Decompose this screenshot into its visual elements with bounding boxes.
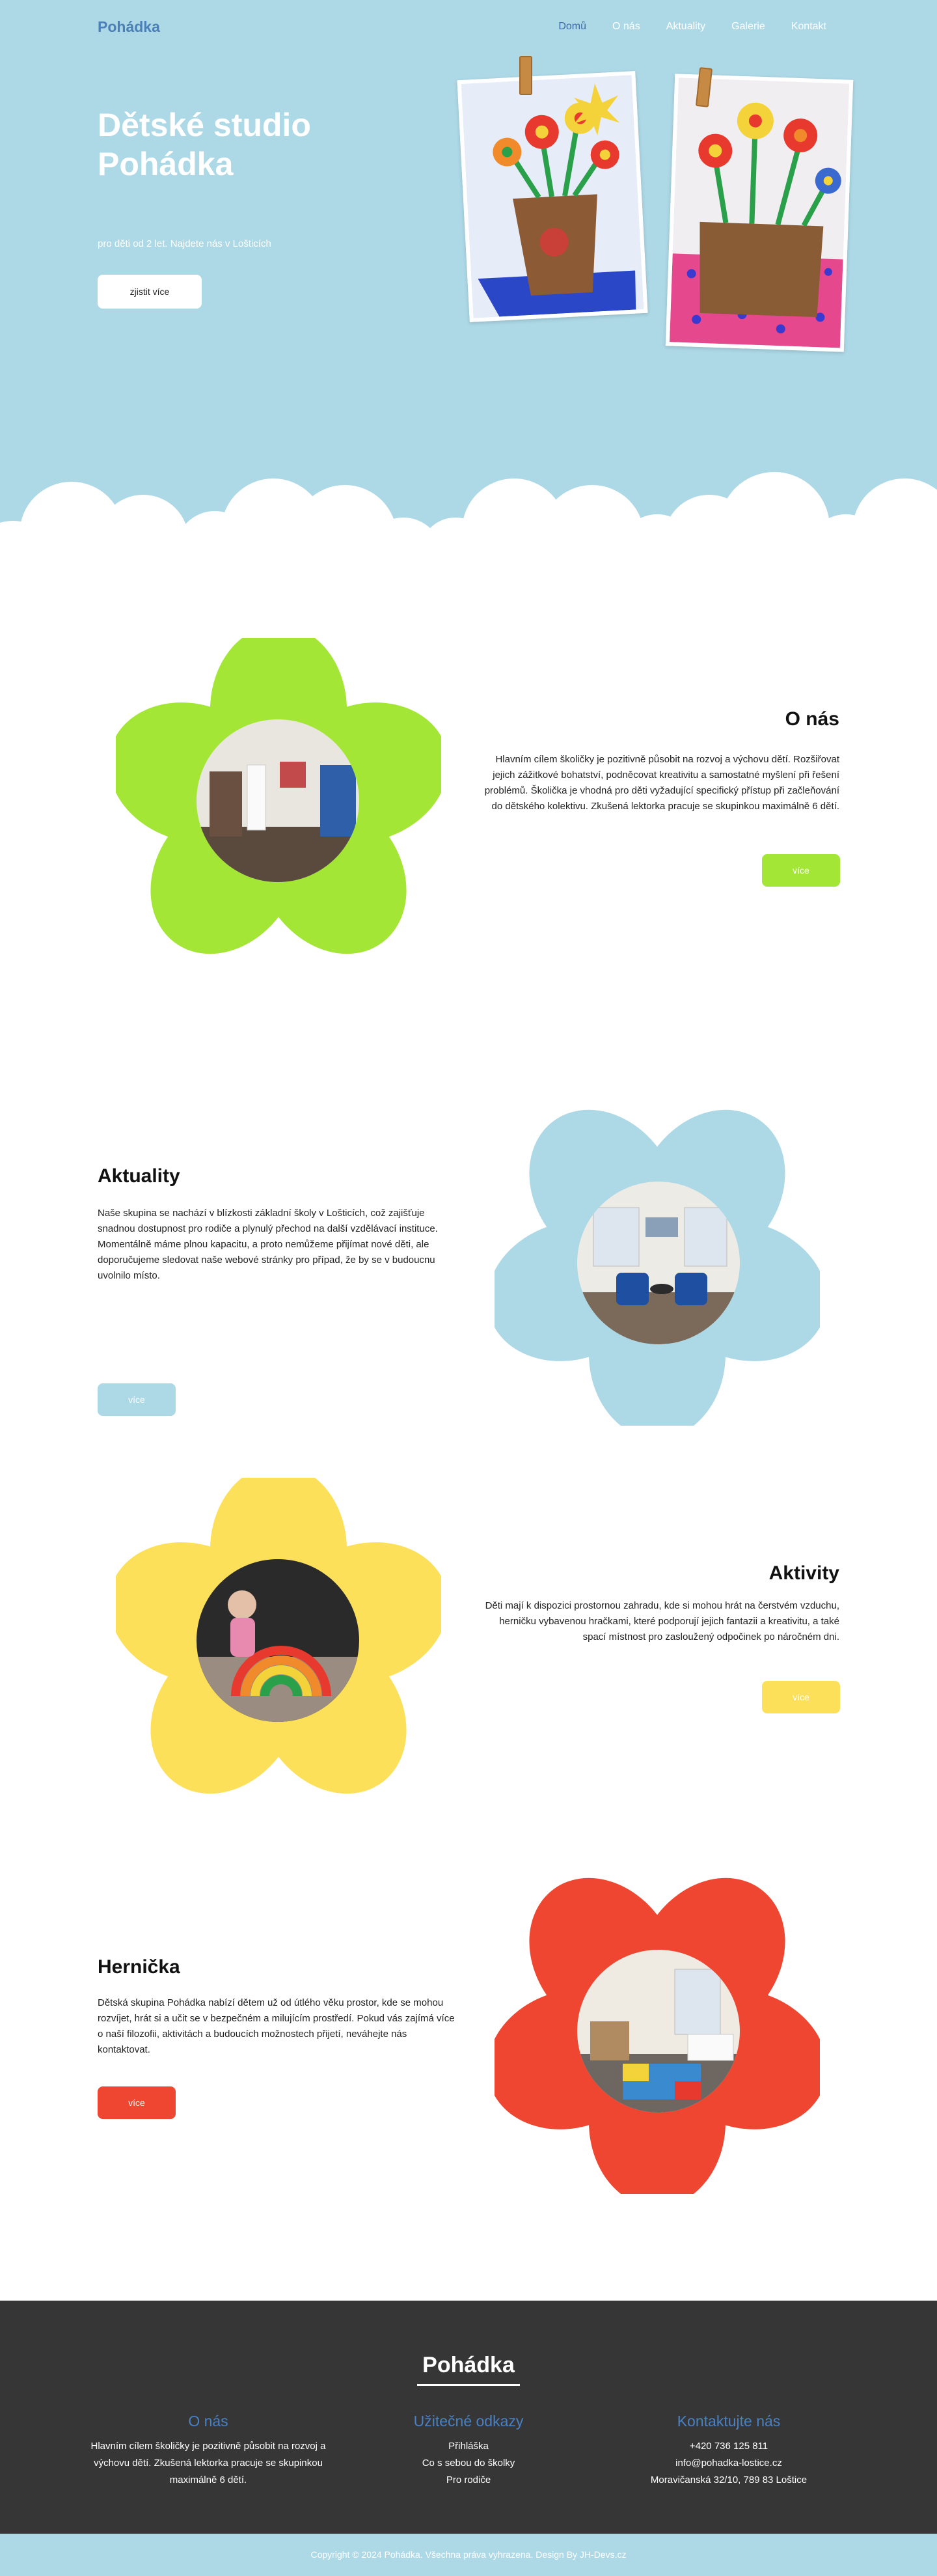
room-photo [577,1182,740,1344]
section-aktuality: Aktuality Naše skupina se nachází v blíz… [0,1035,937,1439]
clouds-decoration [0,472,937,579]
logo[interactable]: Pohádka [98,18,160,36]
nav-item-aktuality[interactable]: Aktuality [666,21,705,33]
nav-menu: Domů O nás Aktuality Galerie Kontakt [558,21,826,33]
footer-logo[interactable]: Pohádka [0,2353,937,2378]
footer-contact-title: Kontaktujte nás [677,2413,781,2430]
hero-section: Pohádka Domů O nás Aktuality Galerie Kon… [0,0,937,579]
footer-address: Moravičanská 32/10, 789 83 Loštice [650,2474,808,2486]
hero-title: Dětské studio Pohádka [98,107,311,182]
section-text: Dětská skupina Pohádka nabízí dětem už o… [98,1997,455,2055]
section-text: Naše skupina se nachází v blízkosti zákl… [98,1208,438,1281]
more-button[interactable]: více [98,2086,176,2119]
section-title: O nás [785,708,839,730]
section-text: Děti mají k dispozici prostornou zahradu… [485,1600,839,1642]
section-o-nas: O nás Hlavním cílem školičky je pozitivn… [0,579,937,1035]
more-button[interactable]: více [762,854,840,887]
footer-phone[interactable]: +420 736 125 811 [605,2438,852,2455]
footer: Pohádka O nás Hlavním cílem školičky je … [0,2301,937,2534]
section-aktivity: Aktivity Děti mají k dispozici prostorno… [0,1426,937,1816]
footer-link-pro-rodice[interactable]: Pro rodiče [345,2472,592,2489]
section-title: Aktivity [768,1562,839,1584]
section-title: Hernička [98,1956,180,1978]
footer-about-text: Hlavním cílem školičky je pozitivně půso… [90,2441,326,2486]
footer-link-prihlaska[interactable]: Přihláška [345,2438,592,2455]
footer-about: O nás Hlavním cílem školičky je pozitivn… [85,2413,332,2489]
footer-email[interactable]: info@pohadka-lostice.cz [605,2455,852,2472]
copyright: Copyright © 2024 Pohádka. Všechna práva … [0,2534,937,2576]
playroom-photo [577,1950,740,2112]
more-button[interactable]: více [762,1681,840,1713]
footer-divider [417,2384,520,2386]
nav-item-kontakt[interactable]: Kontakt [791,21,826,33]
section-title: Aktuality [98,1165,180,1187]
footer-links: Užitečné odkazy Přihláška Co s sebou do … [345,2413,592,2489]
nav-item-galerie[interactable]: Galerie [731,21,765,33]
footer-contact: Kontaktujte nás +420 736 125 811 info@po… [605,2413,852,2489]
navbar: Pohádka Domů O nás Aktuality Galerie Kon… [0,0,937,55]
section-hernicka: Hernička Dětská skupina Pohádka nabízí d… [0,1816,937,2251]
section-text: Hlavním cílem školičky je pozitivně půso… [484,754,839,812]
child-drawing-image [665,74,854,352]
more-button[interactable]: více [98,1383,176,1416]
room-photo [197,719,359,882]
hero-subtitle: pro děti od 2 let. Najdete nás v Lošticí… [98,238,271,249]
toys-photo [197,1559,359,1722]
nav-item-o-nas[interactable]: O nás [612,21,640,33]
nav-item-domu[interactable]: Domů [558,21,586,33]
clothespin-icon [519,56,532,95]
child-drawing-image [457,71,648,322]
hero-more-button[interactable]: zjistit více [98,275,202,309]
footer-link-co-s-sebou[interactable]: Co s sebou do školky [345,2455,592,2472]
footer-about-title: O nás [188,2413,228,2430]
footer-links-title: Užitečné odkazy [413,2413,524,2430]
